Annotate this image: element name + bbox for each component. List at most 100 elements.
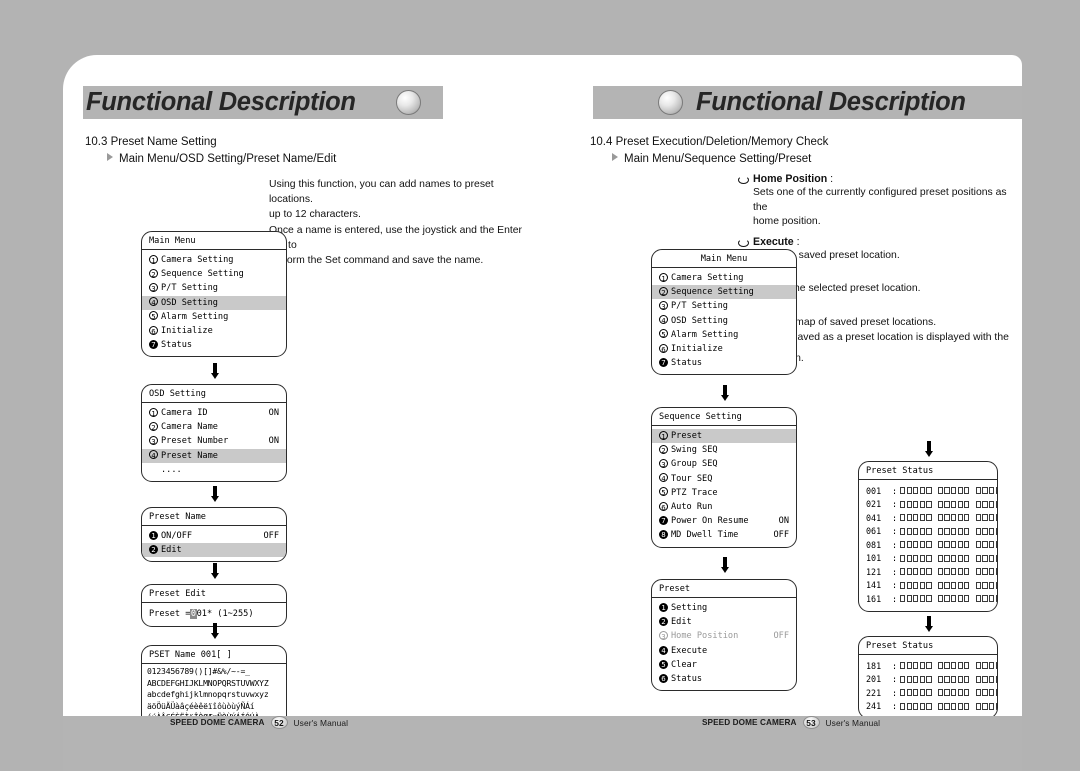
definition-term: Execute :	[753, 235, 800, 248]
osd-menu-item[interactable]: 1 Setting	[652, 601, 796, 615]
menu-item-label: Execute	[671, 645, 708, 656]
menu-item-label: Home Position	[671, 631, 739, 642]
osd-menu-item[interactable]: 3 P/T Setting	[652, 299, 796, 313]
osd-menu-item[interactable]: 2 Edit	[142, 543, 286, 558]
osd-box-title: Main Menu	[652, 250, 796, 268]
osd-menu-item[interactable]: 6 Initialize	[142, 324, 286, 338]
preset-status-cell	[995, 514, 997, 522]
preset-status-cell	[944, 581, 950, 589]
osd-menu-item[interactable]: 2 Sequence Setting	[142, 267, 286, 281]
preset-status-cell	[926, 662, 932, 670]
osd-menu-item[interactable]: 3 P/T Setting	[142, 281, 286, 295]
menu-index: 4	[659, 315, 671, 326]
preset-status-cell	[964, 595, 970, 603]
menu-index-badge: 6	[659, 674, 668, 684]
preset-status-group	[975, 500, 997, 508]
desc-line: Using this function, you can add names t…	[269, 179, 494, 206]
menu-index-badge: 1	[149, 407, 158, 418]
osd-menu-item[interactable]: 6 Status	[652, 672, 796, 686]
osd-menu-item[interactable]: 1 Camera Setting	[142, 253, 286, 267]
preset-status-cell	[906, 662, 912, 670]
charmap-row[interactable]: 0123456789()[]#&%/~-=_	[147, 666, 281, 678]
osd-menu-item[interactable]: ....	[142, 463, 286, 477]
osd-menu-item[interactable]: 4 Preset Name	[142, 448, 286, 463]
osd-menu-item[interactable]: 1 Camera ID ON	[142, 406, 286, 420]
definition-term: Home Position :	[753, 173, 834, 185]
preset-status-cell	[926, 527, 932, 535]
osd-menu-item[interactable]: 2 Edit	[652, 615, 796, 629]
preset-status-cell	[951, 662, 957, 670]
osd-menu-item[interactable]: 4 OSD Setting	[142, 295, 286, 310]
preset-status-row: 021:	[866, 498, 997, 512]
osd-menu-item[interactable]: 5 Clear	[652, 658, 796, 672]
osd-menu-item[interactable]: 2 Camera Name	[142, 420, 286, 434]
osd-menu-item[interactable]: 4 Execute	[652, 644, 796, 658]
osd-menu-item[interactable]: 1 ON/OFF OFF	[142, 529, 286, 543]
menu-index: 3	[659, 300, 671, 312]
osd-box-title: Preset Status	[859, 637, 997, 655]
menu-index: 8	[659, 530, 671, 540]
preset-status-group	[937, 702, 971, 710]
preset-status-group	[975, 689, 997, 697]
osd-menu-item[interactable]: 6 Initialize	[652, 342, 796, 356]
preset-status-cell	[926, 568, 932, 576]
menu-index: 4	[149, 297, 161, 308]
preset-status-colon: :	[892, 593, 898, 604]
charmap-row[interactable]: äöÖüÄÜàâçéèêëïîôùòùýÑÁí	[147, 701, 281, 713]
preset-status-cell	[975, 514, 981, 522]
osd-menu-item[interactable]: 7 Status	[652, 356, 796, 370]
osd-menu-item[interactable]: 2 Swing SEQ	[652, 443, 796, 457]
menu-index: 1	[149, 407, 161, 419]
menu-index-badge: 4	[149, 297, 158, 307]
preset-status-cell	[906, 702, 912, 710]
osd-menu-item[interactable]: 5 Alarm Setting	[142, 310, 286, 324]
osd-menu-item[interactable]: 3 Home Position OFF	[652, 629, 796, 643]
osd-menu-item[interactable]: 2 Sequence Setting	[652, 285, 796, 300]
preset-status-cell	[937, 689, 944, 697]
osd-menu-item[interactable]: 5 Alarm Setting	[652, 328, 796, 342]
menu-item-label: Initialize	[161, 326, 213, 337]
preset-edit-value-row[interactable]: Preset = 0 01* (1~255)	[142, 607, 286, 621]
footer-manual-label: User's Manual	[293, 717, 349, 728]
preset-status-group	[900, 527, 933, 535]
preset-status-cell	[919, 554, 925, 562]
charmap-row[interactable]: abcdefghijklmnopqrstuvwxyz	[147, 689, 281, 701]
osd-menu-item[interactable]: 5 PTZ Trace	[652, 486, 796, 500]
preset-status-index: 021	[866, 499, 882, 510]
left-description: Using this function, you can add names t…	[269, 177, 527, 268]
osd-box-main-menu: Main Menu 1 Camera Setting 2 Sequence Settin…	[141, 231, 287, 358]
preset-status-cell	[926, 554, 932, 562]
menu-index: 2	[149, 421, 161, 433]
preset-status-cell	[906, 487, 912, 495]
osd-menu-item[interactable]: 4 Tour SEQ	[652, 472, 796, 486]
osd-menu-item[interactable]: 1 Camera Setting	[652, 271, 796, 285]
menu-index-badge: 5	[659, 659, 668, 669]
preset-status-cell	[951, 487, 957, 495]
preset-status-group	[937, 581, 971, 589]
preset-status-cell	[951, 568, 957, 576]
osd-box-title: Preset Status	[859, 462, 997, 480]
preset-status-cell	[995, 675, 997, 683]
osd-box-title: Preset Edit	[142, 585, 286, 603]
preset-status-cell	[900, 662, 906, 670]
preset-status-cell	[913, 581, 919, 589]
preset-status-colon: :	[892, 512, 898, 523]
preset-status-colon: :	[892, 499, 898, 510]
menu-index: 6	[659, 501, 671, 513]
preset-status-cell	[982, 689, 988, 697]
preset-status-group	[900, 595, 933, 603]
osd-menu-item[interactable]: 1 Preset	[652, 429, 796, 444]
menu-item-value: OFF	[263, 531, 279, 542]
preset-status-cell	[906, 527, 912, 535]
osd-menu-item[interactable]: 4 OSD Setting	[652, 314, 796, 328]
oval-bullet-icon	[738, 176, 749, 184]
osd-menu-item[interactable]: 3 Preset Number ON	[142, 434, 286, 448]
preset-status-cell	[926, 689, 932, 697]
osd-menu-item[interactable]: 6 Auto Run	[652, 500, 796, 514]
osd-menu-item[interactable]: 7 Status	[142, 338, 286, 352]
osd-menu-item[interactable]: 8 MD Dwell Time OFF	[652, 528, 796, 542]
osd-menu-item[interactable]: 3 Group SEQ	[652, 457, 796, 471]
preset-status-cell	[926, 487, 932, 495]
charmap-row[interactable]: ABCDEFGHIJKLMNOPQRSTUVWXYZ	[147, 678, 281, 690]
osd-menu-item[interactable]: 7 Power On Resume ON	[652, 514, 796, 528]
